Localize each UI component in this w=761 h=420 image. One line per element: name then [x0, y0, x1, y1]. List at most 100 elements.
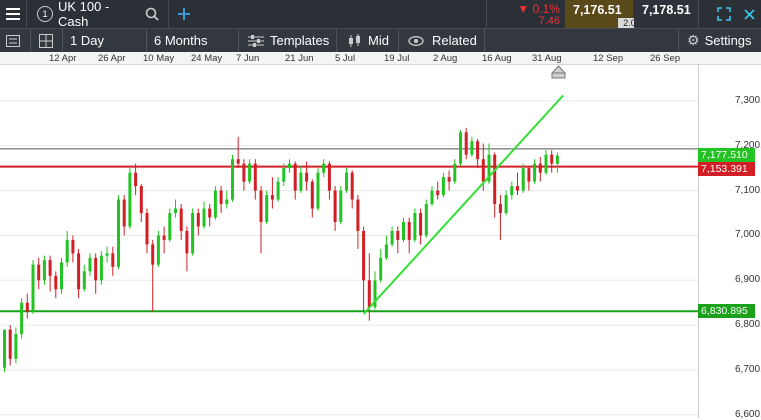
related-label: Related	[432, 33, 477, 48]
candle-body	[3, 329, 6, 368]
support-price-label: 6,830.895	[698, 304, 755, 319]
candle-body	[54, 275, 58, 290]
range-dropdown[interactable]: 6 Months	[154, 29, 207, 52]
date-label: 19 Jul	[384, 53, 410, 64]
divider	[30, 29, 31, 52]
candle-body	[265, 195, 269, 222]
uptrend-line[interactable]	[362, 94, 564, 315]
date-label: 26 Apr	[98, 53, 126, 64]
candle-body	[533, 163, 537, 182]
candle-body	[122, 199, 126, 227]
price-tick-label: 6,900.000	[735, 274, 761, 286]
candle-body	[259, 190, 263, 222]
candle-body	[396, 230, 400, 240]
candle-body	[196, 213, 200, 227]
candle-body	[481, 159, 485, 182]
price-type-label: Mid	[368, 33, 389, 48]
candle-body	[174, 208, 177, 214]
candle-body	[31, 264, 35, 312]
candle-body	[151, 244, 155, 265]
price-chart[interactable]	[0, 65, 761, 418]
templates-label: Templates	[270, 33, 330, 48]
related-button[interactable]: Related	[408, 29, 477, 52]
date-label: 21 Jun	[285, 53, 314, 64]
divider	[398, 29, 399, 52]
instrument-badge: 1	[34, 0, 56, 28]
candle-body	[202, 208, 206, 227]
divider	[146, 29, 147, 52]
date-label: 7 Jun	[236, 53, 260, 64]
candle-body	[77, 253, 81, 290]
candle-body	[470, 141, 474, 155]
date-label: 2 Aug	[433, 53, 458, 64]
price-tick-label: 7,000.000	[735, 229, 761, 241]
divider	[678, 29, 679, 52]
candlestick-series	[3, 127, 559, 373]
candle-body	[367, 280, 371, 308]
instrument-name[interactable]: UK 100 - Cash	[58, 0, 142, 29]
candle-body	[322, 163, 326, 173]
candle-body	[225, 199, 229, 205]
candle-body	[185, 230, 189, 254]
close-button[interactable]	[738, 0, 760, 28]
candle-body	[424, 204, 428, 236]
candle-body	[333, 190, 337, 222]
list-view-button[interactable]	[6, 29, 20, 52]
templates-button[interactable]: Templates	[248, 29, 329, 52]
candle-body	[356, 199, 360, 231]
candle-body	[282, 168, 286, 182]
candle-body	[550, 154, 554, 164]
gear-icon: ⚙	[687, 32, 700, 48]
candle-body	[339, 190, 343, 222]
candle-body	[276, 181, 280, 200]
candle-body	[25, 302, 29, 312]
price-tick-label: 6,600.000	[735, 408, 761, 420]
candle-body	[242, 163, 246, 182]
divider	[238, 29, 239, 52]
candle-body	[88, 257, 92, 272]
candle-body	[362, 230, 366, 281]
candle-body	[117, 199, 120, 267]
date-label: 16 Aug	[482, 53, 512, 64]
candle-body	[293, 163, 297, 191]
scroll-to-latest-icon[interactable]	[551, 65, 566, 79]
buy-price-button[interactable]: 7,178.51	[634, 0, 698, 28]
candle-body	[384, 244, 388, 258]
date-label: 26 Sep	[650, 53, 681, 64]
candle-body	[453, 163, 457, 182]
candle-body	[111, 253, 115, 267]
down-arrow-icon: ▼	[517, 2, 530, 16]
date-label: 31 Aug	[532, 53, 562, 64]
price-tick-label: 7,100.000	[735, 184, 761, 196]
layout-button[interactable]	[39, 29, 53, 52]
expand-button[interactable]	[712, 0, 736, 28]
change-percent-value: 0.1%	[532, 2, 560, 16]
candle-body	[208, 208, 212, 218]
search-button[interactable]	[142, 0, 162, 28]
candle-body	[493, 154, 497, 205]
candle-body	[436, 190, 440, 196]
candle-body	[145, 213, 149, 245]
candle-body	[8, 329, 12, 359]
candle-body	[253, 163, 257, 191]
divider	[62, 29, 63, 52]
interval-dropdown[interactable]: 1 Day	[70, 29, 104, 52]
candle-body	[191, 213, 195, 254]
candle-body	[65, 239, 69, 263]
settings-button[interactable]: ⚙ Settings	[687, 29, 752, 52]
candle-body	[14, 334, 18, 359]
chart-grid	[0, 100, 698, 416]
menu-button[interactable]	[0, 0, 26, 28]
candle-body	[476, 141, 480, 160]
candle-body	[527, 168, 531, 182]
sell-price: 7,176.51	[573, 3, 622, 17]
price-type-button[interactable]: Mid	[348, 29, 389, 52]
expand-icon	[717, 7, 731, 21]
candle-body	[48, 260, 52, 276]
candle-body	[82, 271, 86, 290]
add-tab-button[interactable]	[170, 0, 198, 28]
candle-body	[139, 186, 143, 214]
plus-icon	[178, 8, 190, 20]
trendline[interactable]	[362, 94, 564, 315]
settings-label: Settings	[704, 33, 752, 48]
